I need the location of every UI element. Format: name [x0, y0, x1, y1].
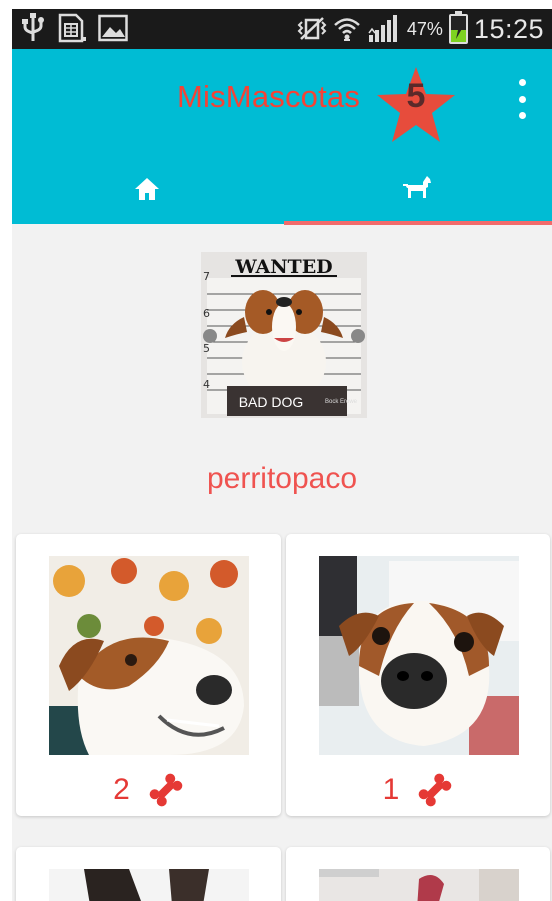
pet-photo[interactable] — [49, 869, 249, 901]
dog-icon — [403, 176, 431, 198]
home-icon — [135, 178, 159, 200]
signal-icon — [368, 15, 397, 42]
clock: 15:25 — [473, 13, 544, 44]
height-mark-6: 6 — [203, 307, 210, 320]
height-mark-4: 4 — [203, 378, 210, 391]
height-mark-5: 5 — [203, 342, 210, 355]
status-bar: 47% 15:25 — [12, 9, 552, 49]
image-icon — [98, 14, 128, 42]
like-count: 1 — [382, 773, 400, 806]
height-mark-7: 7 — [203, 270, 210, 283]
app-bar: MisMascotas 5 — [12, 49, 552, 224]
bone-icon[interactable] — [148, 772, 184, 808]
pet-card[interactable] — [16, 847, 281, 901]
app-title: MisMascotas — [177, 79, 361, 114]
wanted-heading: WANTED — [234, 256, 332, 278]
pet-photo[interactable] — [49, 556, 249, 755]
profile-username: perritopaco — [206, 462, 358, 495]
usb-icon — [22, 13, 44, 41]
battery-percent: 47% — [406, 18, 443, 39]
pet-card[interactable] — [286, 847, 550, 901]
pet-photo[interactable] — [319, 869, 519, 901]
battery-charging-icon — [448, 11, 468, 44]
sign-fine-print: Bock Erowe — [325, 399, 358, 405]
bad-dog-sign: BAD DOG — [239, 394, 304, 410]
tab-indicator — [284, 221, 552, 225]
pet-card[interactable]: 2 — [16, 534, 281, 816]
pet-photo[interactable] — [319, 556, 519, 755]
pet-card[interactable]: 1 — [286, 534, 550, 816]
wifi-icon — [334, 18, 360, 41]
tab-pets[interactable] — [282, 154, 552, 224]
more-vert-icon[interactable] — [512, 79, 532, 119]
profile-picture[interactable]: 7 6 5 4 WANTED BAD DOG Bock Erowe — [201, 252, 367, 418]
phone-screen: 47% 15:25 MisMascotas 5 7 6 5 4 WANTED B… — [12, 9, 552, 901]
bone-icon[interactable] — [417, 772, 453, 808]
tab-home[interactable] — [12, 154, 282, 224]
star-count-badge[interactable]: 5 — [374, 77, 458, 116]
vibrate-icon — [297, 17, 327, 40]
sim-card-icon — [58, 13, 86, 43]
like-count: 2 — [113, 773, 130, 806]
